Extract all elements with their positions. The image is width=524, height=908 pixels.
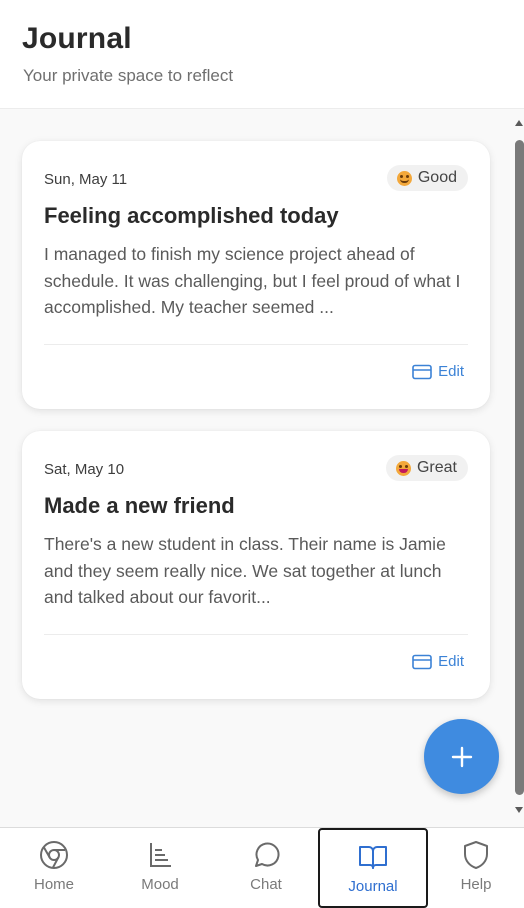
edit-entry-button[interactable]: Edit bbox=[412, 363, 464, 380]
edit-label: Edit bbox=[438, 363, 464, 380]
home-icon bbox=[40, 841, 68, 869]
nav-label: Mood bbox=[141, 876, 179, 893]
nav-item-mood[interactable]: Mood bbox=[108, 828, 212, 908]
mood-badge: Good bbox=[386, 165, 468, 191]
bottom-navigation: Home Mood Chat Journal Help bbox=[0, 827, 524, 908]
scroll-down-arrow-icon[interactable] bbox=[515, 807, 523, 813]
journal-entry-card[interactable]: Sat, May 10 Great Made a new friend Ther… bbox=[22, 431, 490, 699]
nav-item-home[interactable]: Home bbox=[2, 828, 106, 908]
entry-title: Feeling accomplished today bbox=[44, 203, 339, 228]
edit-entry-button[interactable]: Edit bbox=[412, 653, 464, 670]
card-divider bbox=[44, 344, 468, 345]
card-divider bbox=[44, 634, 468, 635]
entry-date: Sun, May 11 bbox=[44, 171, 128, 188]
page-title: Journal bbox=[22, 22, 132, 55]
card-icon bbox=[412, 364, 432, 379]
grinning-face-icon bbox=[395, 460, 411, 476]
entry-excerpt: I managed to finish my science project a… bbox=[44, 244, 461, 317]
nav-item-help[interactable]: Help bbox=[428, 828, 524, 908]
chat-bubble-icon bbox=[255, 842, 280, 867]
entry-date: Sat, May 10 bbox=[44, 461, 125, 478]
entry-excerpt: There's a new student in class. Their na… bbox=[44, 534, 446, 607]
edit-label: Edit bbox=[438, 653, 464, 670]
mood-label: Good bbox=[417, 169, 457, 186]
nav-label: Help bbox=[460, 876, 492, 893]
card-icon bbox=[412, 654, 432, 669]
book-icon bbox=[359, 846, 387, 869]
nav-label: Chat bbox=[250, 876, 282, 893]
scrollbar-thumb[interactable] bbox=[515, 140, 524, 795]
entry-title: Made a new friend bbox=[44, 493, 235, 518]
page-subtitle: Your private space to reflect bbox=[23, 66, 234, 85]
nav-item-journal[interactable]: Journal bbox=[318, 828, 428, 908]
journal-list[interactable]: Sun, May 11 Good Feeling accomplished to… bbox=[0, 109, 524, 827]
mood-badge: Great bbox=[385, 455, 468, 481]
shield-icon bbox=[464, 841, 488, 869]
nav-label: Journal bbox=[348, 878, 398, 895]
plus-icon bbox=[451, 746, 472, 767]
journal-entry-card[interactable]: Sun, May 11 Good Feeling accomplished to… bbox=[22, 141, 490, 409]
mood-label: Great bbox=[416, 459, 457, 476]
chart-icon bbox=[150, 843, 171, 867]
scroll-up-arrow-icon[interactable] bbox=[515, 120, 523, 126]
nav-item-chat[interactable]: Chat bbox=[214, 828, 318, 908]
page-header: Journal Your private space to reflect bbox=[0, 0, 524, 109]
smiling-face-icon bbox=[396, 170, 412, 186]
scrollbar[interactable] bbox=[513, 112, 524, 824]
nav-label: Home bbox=[33, 876, 74, 893]
new-entry-button[interactable] bbox=[424, 719, 499, 794]
